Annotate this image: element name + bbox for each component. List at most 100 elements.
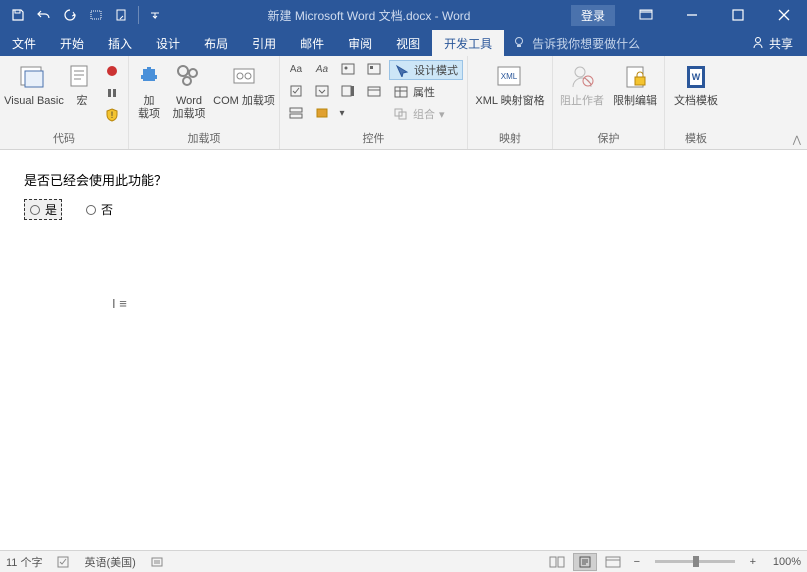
undo-icon[interactable] — [32, 3, 56, 27]
maximize-icon[interactable] — [715, 0, 761, 30]
pause-macro-icon[interactable] — [100, 83, 124, 103]
save-icon[interactable] — [6, 3, 30, 27]
quick-access-toolbar — [0, 3, 167, 27]
tab-insert[interactable]: 插入 — [96, 30, 144, 56]
group-templates-label: 模板 — [669, 128, 723, 149]
block-authors-button[interactable]: 阻止作者 — [557, 59, 607, 108]
control-checkbox-icon[interactable] — [284, 81, 308, 101]
tab-home[interactable]: 开始 — [48, 30, 96, 56]
view-read-icon[interactable] — [545, 553, 569, 571]
com-addins-button[interactable]: COM 加载项 — [213, 59, 275, 108]
word-count[interactable]: 11 个字 — [6, 554, 42, 570]
group-button[interactable]: 组合 ▾ — [389, 104, 463, 124]
title-right: 登录 — [571, 0, 807, 30]
redo-icon[interactable] — [58, 3, 82, 27]
group-protect-label: 保护 — [557, 128, 660, 149]
radio-no[interactable]: 否 — [80, 199, 118, 220]
tab-view[interactable]: 视图 — [384, 30, 432, 56]
share-button[interactable]: 共享 — [737, 30, 807, 56]
vb-icon — [18, 61, 50, 93]
radio-icon — [85, 204, 97, 216]
cursor-icon: I ≡ — [112, 296, 127, 311]
record-macro-icon[interactable] — [100, 61, 124, 81]
tab-mailings[interactable]: 邮件 — [288, 30, 336, 56]
tab-review[interactable]: 审阅 — [336, 30, 384, 56]
restrict-editing-button[interactable]: 限制编辑 — [610, 59, 660, 108]
qat-customize-icon[interactable] — [143, 3, 167, 27]
control-richtext-icon[interactable]: Aa — [284, 59, 308, 79]
document-area[interactable]: 是否已经会使用此功能？ 是 否 I ≡ — [0, 150, 807, 550]
xml-icon: XML — [494, 61, 526, 93]
properties-button[interactable]: 属性 — [389, 82, 463, 102]
svg-text:W: W — [692, 72, 701, 82]
chevron-down-icon: ▾ — [439, 108, 445, 121]
minimize-icon[interactable] — [669, 0, 715, 30]
language-status[interactable]: 英语(美国) — [84, 554, 135, 570]
xml-mapping-button[interactable]: XML XML 映射窗格 — [472, 59, 548, 108]
share-icon — [751, 36, 765, 50]
control-picture-icon[interactable] — [336, 59, 360, 79]
ribbon: Visual Basic 宏 ! 代码 加 载项 Word 加载项 — [0, 56, 807, 150]
svg-text:!: ! — [111, 110, 114, 120]
group-label-text: 组合 — [413, 106, 435, 122]
group-addins-label: 加载项 — [133, 128, 275, 149]
tell-me-search[interactable]: 告诉我你想要做什么 — [504, 30, 737, 56]
group-controls-label: 控件 — [284, 128, 463, 149]
control-datepicker-icon[interactable] — [362, 81, 386, 101]
status-right: − + 100% — [545, 553, 801, 571]
view-print-icon[interactable] — [573, 553, 597, 571]
zoom-value[interactable]: 100% — [773, 556, 801, 568]
design-mode-icon — [394, 63, 410, 77]
tab-design[interactable]: 设计 — [144, 30, 192, 56]
properties-label: 属性 — [413, 84, 435, 100]
close-icon[interactable] — [761, 0, 807, 30]
control-dropdown-icon[interactable] — [336, 81, 360, 101]
macro-status-icon[interactable] — [150, 555, 164, 569]
radio-no-label: 否 — [101, 201, 113, 218]
zoom-thumb[interactable] — [693, 556, 699, 567]
doc-template-label: 文档模板 — [674, 95, 718, 108]
window-title: 新建 Microsoft Word 文档.docx - Word — [167, 7, 571, 24]
control-legacy-icon[interactable] — [310, 103, 334, 123]
control-combobox-icon[interactable] — [310, 81, 334, 101]
status-bar: 11 个字 英语(美国) − + 100% — [0, 550, 807, 572]
view-web-icon[interactable] — [601, 553, 625, 571]
tab-references[interactable]: 引用 — [240, 30, 288, 56]
design-mode-label: 设计模式 — [414, 62, 458, 78]
tab-file[interactable]: 文件 — [0, 30, 48, 56]
qat-item-1[interactable] — [84, 3, 108, 27]
login-button[interactable]: 登录 — [571, 5, 615, 26]
control-repeating-icon[interactable] — [284, 103, 308, 123]
visual-basic-button[interactable]: Visual Basic — [4, 59, 64, 108]
qat-item-2[interactable] — [110, 3, 134, 27]
svg-text:XML: XML — [501, 72, 518, 81]
group-icon — [393, 107, 409, 121]
group-mapping: XML XML 映射窗格 映射 — [468, 56, 553, 149]
group-controls: Aa Aa ▾ — [280, 56, 468, 149]
tab-layout[interactable]: 布局 — [192, 30, 240, 56]
addins-icon — [133, 61, 165, 93]
lightbulb-icon — [512, 36, 526, 50]
zoom-slider[interactable] — [655, 560, 735, 563]
block-authors-label: 阻止作者 — [560, 95, 604, 108]
ribbon-display-icon[interactable] — [623, 0, 669, 30]
control-plaintext-icon[interactable]: Aa — [310, 59, 334, 79]
collapse-ribbon-icon[interactable]: ⋀ — [793, 135, 801, 146]
macros-button[interactable]: 宏 — [67, 59, 97, 108]
control-buildingblock-icon[interactable] — [362, 59, 386, 79]
design-mode-button[interactable]: 设计模式 — [389, 60, 463, 80]
tab-developer[interactable]: 开发工具 — [432, 30, 504, 56]
macro-security-icon[interactable]: ! — [100, 105, 124, 125]
word-addins-button[interactable]: Word 加载项 — [168, 59, 210, 120]
group-mapping-label: 映射 — [472, 128, 548, 149]
radio-yes[interactable]: 是 — [24, 199, 62, 220]
doc-template-button[interactable]: W 文档模板 — [669, 59, 723, 108]
zoom-out-button[interactable]: − — [629, 556, 645, 568]
zoom-in-button[interactable]: + — [745, 556, 761, 568]
word-addins-icon — [173, 61, 205, 93]
control-legacy-dropdown-icon[interactable]: ▾ — [336, 103, 348, 123]
proofing-icon[interactable] — [56, 555, 70, 569]
radio-group: 是 否 — [24, 199, 783, 220]
restrict-editing-label: 限制编辑 — [613, 95, 657, 108]
addins-button[interactable]: 加 载项 — [133, 59, 165, 120]
